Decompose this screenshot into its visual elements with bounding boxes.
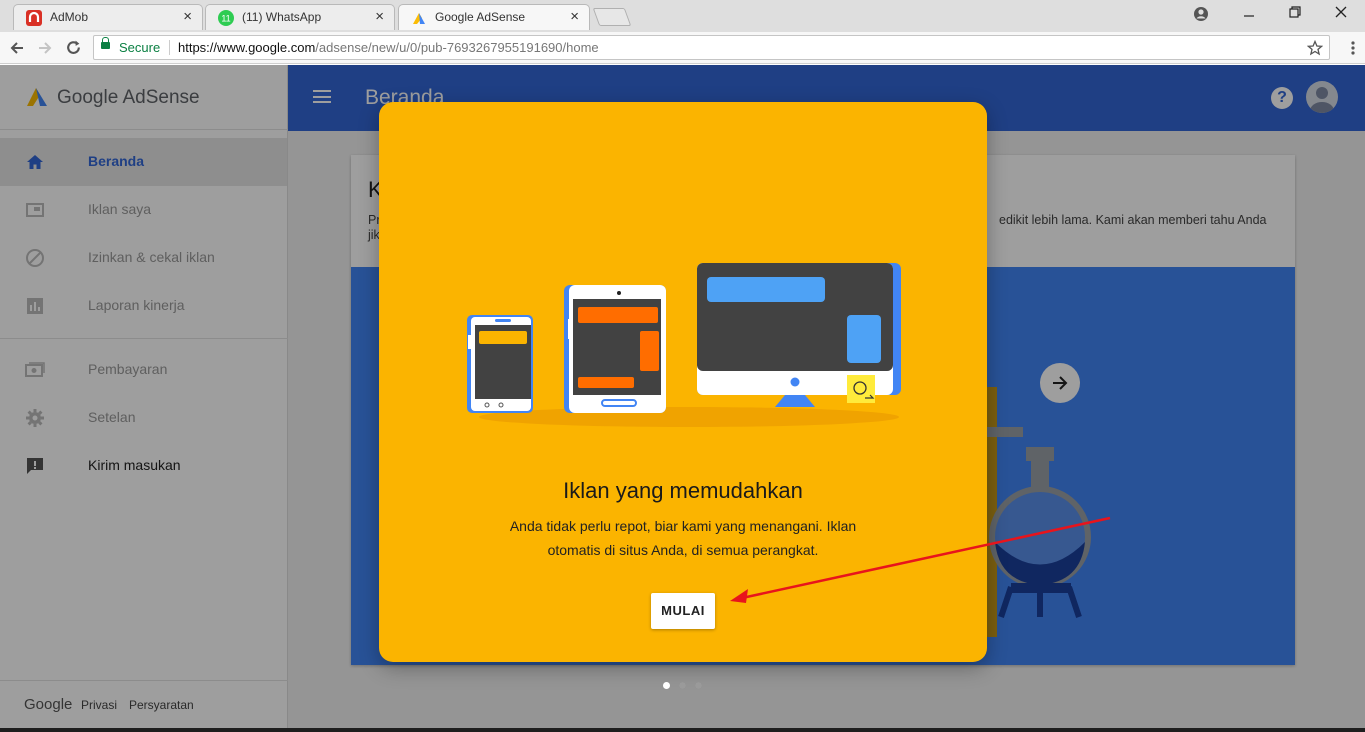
tab-title: Google AdSense: [435, 10, 526, 24]
reload-icon[interactable]: [65, 39, 82, 56]
adsense-icon: [413, 13, 425, 24]
lock-icon: [101, 37, 110, 49]
carousel-dot[interactable]: [695, 682, 702, 689]
tab-title: (11) WhatsApp: [242, 10, 322, 24]
url-field[interactable]: Secure https://www.google.com/adsense/ne…: [93, 35, 1330, 60]
mulai-button[interactable]: MULAI: [651, 593, 715, 629]
tab-title: AdMob: [50, 10, 89, 24]
bookmark-star-icon[interactable]: [1307, 40, 1323, 56]
admob-icon: [26, 10, 42, 26]
close-icon[interactable]: ×: [375, 8, 384, 25]
tab-admob[interactable]: AdMob ×: [13, 4, 203, 30]
annotation-arrow: [730, 516, 1111, 603]
carousel-dot[interactable]: [679, 682, 686, 689]
back-icon[interactable]: [9, 40, 25, 56]
divider: [169, 40, 170, 55]
profile-icon[interactable]: [1193, 6, 1209, 22]
dialog-title: Iklan yang memudahkan: [563, 478, 803, 503]
window-close-icon[interactable]: [1335, 6, 1347, 18]
browser-tab-bar: AdMob × 11 (11) WhatsApp × Google AdSens…: [0, 0, 1365, 32]
whatsapp-badge: 11: [221, 14, 230, 24]
close-icon[interactable]: ×: [570, 8, 579, 25]
carousel-dot-active[interactable]: [663, 682, 670, 689]
whatsapp-icon: 11: [218, 10, 234, 26]
minimize-icon[interactable]: [1243, 10, 1255, 22]
menu-kebab-icon[interactable]: [1350, 40, 1356, 56]
tab-adsense[interactable]: Google AdSense ×: [398, 4, 590, 30]
forward-icon[interactable]: [37, 40, 53, 56]
new-tab-button[interactable]: [592, 8, 632, 26]
restore-icon[interactable]: [1289, 6, 1301, 18]
address-bar: Secure https://www.google.com/adsense/ne…: [0, 32, 1365, 64]
url-text: https://www.google.com/adsense/new/u/0/p…: [178, 40, 599, 55]
tab-whatsapp[interactable]: 11 (11) WhatsApp ×: [205, 4, 395, 30]
devices-illustration: [467, 263, 901, 427]
close-icon[interactable]: ×: [183, 8, 192, 25]
taskbar-edge: [0, 728, 1365, 732]
secure-label: Secure: [119, 40, 161, 55]
